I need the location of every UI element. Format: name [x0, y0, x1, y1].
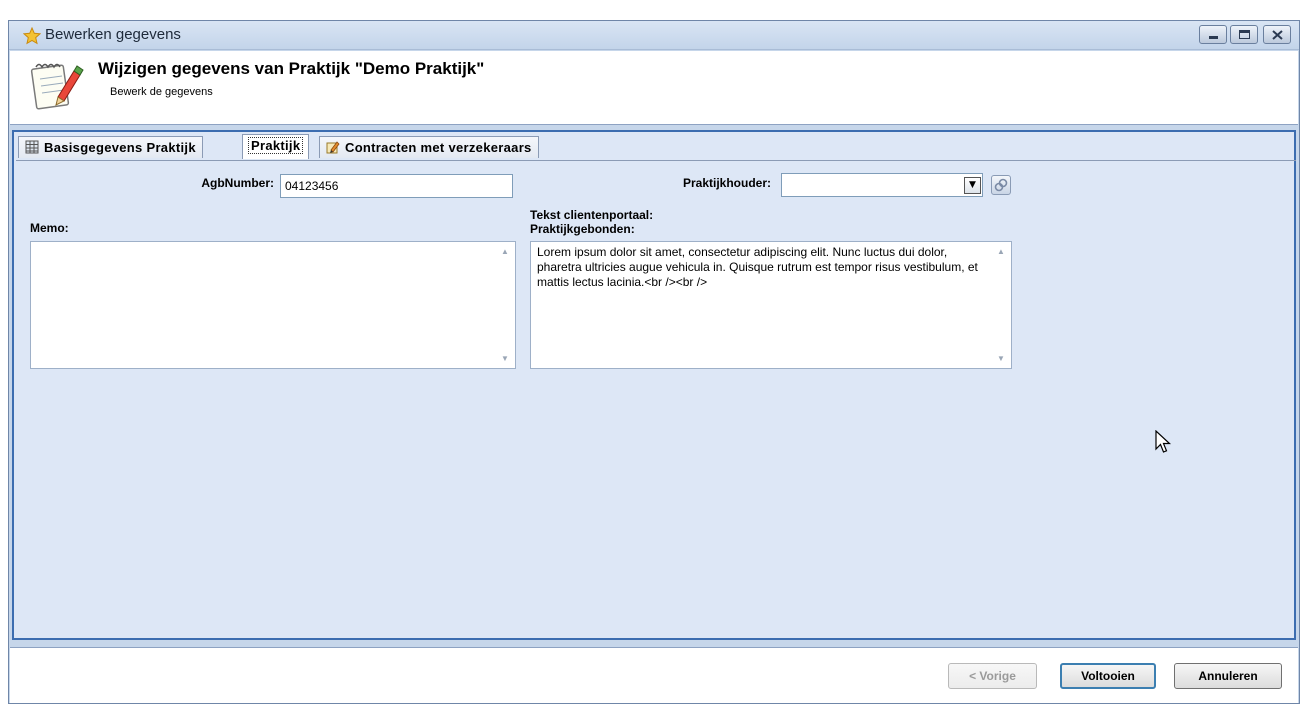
scroll-up-icon[interactable]: ▲ [501, 247, 509, 256]
contract-pencil-icon [326, 141, 340, 154]
portal-label-line2: Praktijkgebonden: [530, 222, 635, 236]
praktijkhouder-lookup-button[interactable] [991, 175, 1011, 195]
tab-label: Praktijk [247, 137, 304, 154]
scroll-down-icon[interactable]: ▼ [501, 354, 509, 363]
tab-praktijk[interactable]: Praktijk [242, 134, 310, 159]
scroll-down-icon[interactable]: ▼ [997, 354, 1005, 363]
dialog-header: Wijzigen gegevens van Praktijk "Demo Pra… [10, 51, 1298, 125]
memo-label: Memo: [30, 221, 69, 235]
previous-button[interactable]: < Vorige [948, 663, 1037, 689]
praktijkhouder-select[interactable] [781, 173, 983, 197]
dialog-footer: < Vorige Voltooien Annuleren [10, 647, 1298, 703]
portal-text-scrollbar[interactable]: ▲ ▼ [993, 242, 1011, 368]
dialog-title: Wijzigen gegevens van Praktijk "Demo Pra… [98, 59, 485, 78]
tab-label: Basisgegevens Praktijk [44, 140, 196, 155]
minimize-button[interactable] [1199, 25, 1227, 44]
title-bar[interactable]: Bewerken gegevens [9, 21, 1299, 50]
tab-panel: Basisgegevens Praktijk Praktijk Contract… [12, 130, 1296, 640]
dialog-subtitle: Bewerk de gegevens [110, 86, 213, 98]
tab-contracten-met-verzekeraars[interactable]: Contracten met verzekeraars [319, 136, 539, 158]
tab-label: Contracten met verzekeraars [345, 140, 532, 155]
agb-number-label: AgbNumber: [201, 176, 274, 190]
mouse-cursor-icon [1155, 430, 1172, 453]
scroll-up-icon[interactable]: ▲ [997, 247, 1005, 256]
edit-window: Bewerken gegevens Wijzigen gegevens van … [8, 20, 1300, 704]
close-button[interactable] [1263, 25, 1291, 44]
praktijkhouder-label: Praktijkhouder: [682, 176, 771, 190]
table-icon [25, 140, 39, 154]
portal-label-line1: Tekst clientenportaal: [530, 208, 654, 222]
star-icon [23, 27, 41, 45]
cancel-button[interactable]: Annuleren [1174, 663, 1282, 689]
maximize-icon [1239, 30, 1250, 39]
close-icon [1272, 30, 1283, 40]
agb-number-input[interactable]: 04123456 [280, 174, 513, 198]
memo-scrollbar[interactable]: ▲ ▼ [497, 242, 515, 368]
praktijkhouder-dropdown-button[interactable]: ▼ [964, 177, 981, 194]
notepad-pencil-icon [30, 63, 84, 110]
window-title: Bewerken gegevens [45, 26, 181, 43]
portal-text-textarea[interactable]: Lorem ipsum dolor sit amet, consectetur … [530, 241, 1012, 369]
link-icon [994, 178, 1008, 192]
finish-button[interactable]: Voltooien [1060, 663, 1156, 689]
memo-textarea[interactable]: ▲ ▼ [30, 241, 516, 369]
portal-text: Lorem ipsum dolor sit amet, consectetur … [537, 245, 978, 289]
tab-divider [16, 160, 1296, 161]
chevron-down-icon: ▼ [969, 180, 976, 190]
maximize-button[interactable] [1230, 25, 1258, 44]
minimize-icon [1209, 36, 1218, 39]
tab-strip: Basisgegevens Praktijk Praktijk Contract… [16, 134, 1296, 161]
tab-basisgegevens-praktijk[interactable]: Basisgegevens Praktijk [18, 136, 203, 158]
